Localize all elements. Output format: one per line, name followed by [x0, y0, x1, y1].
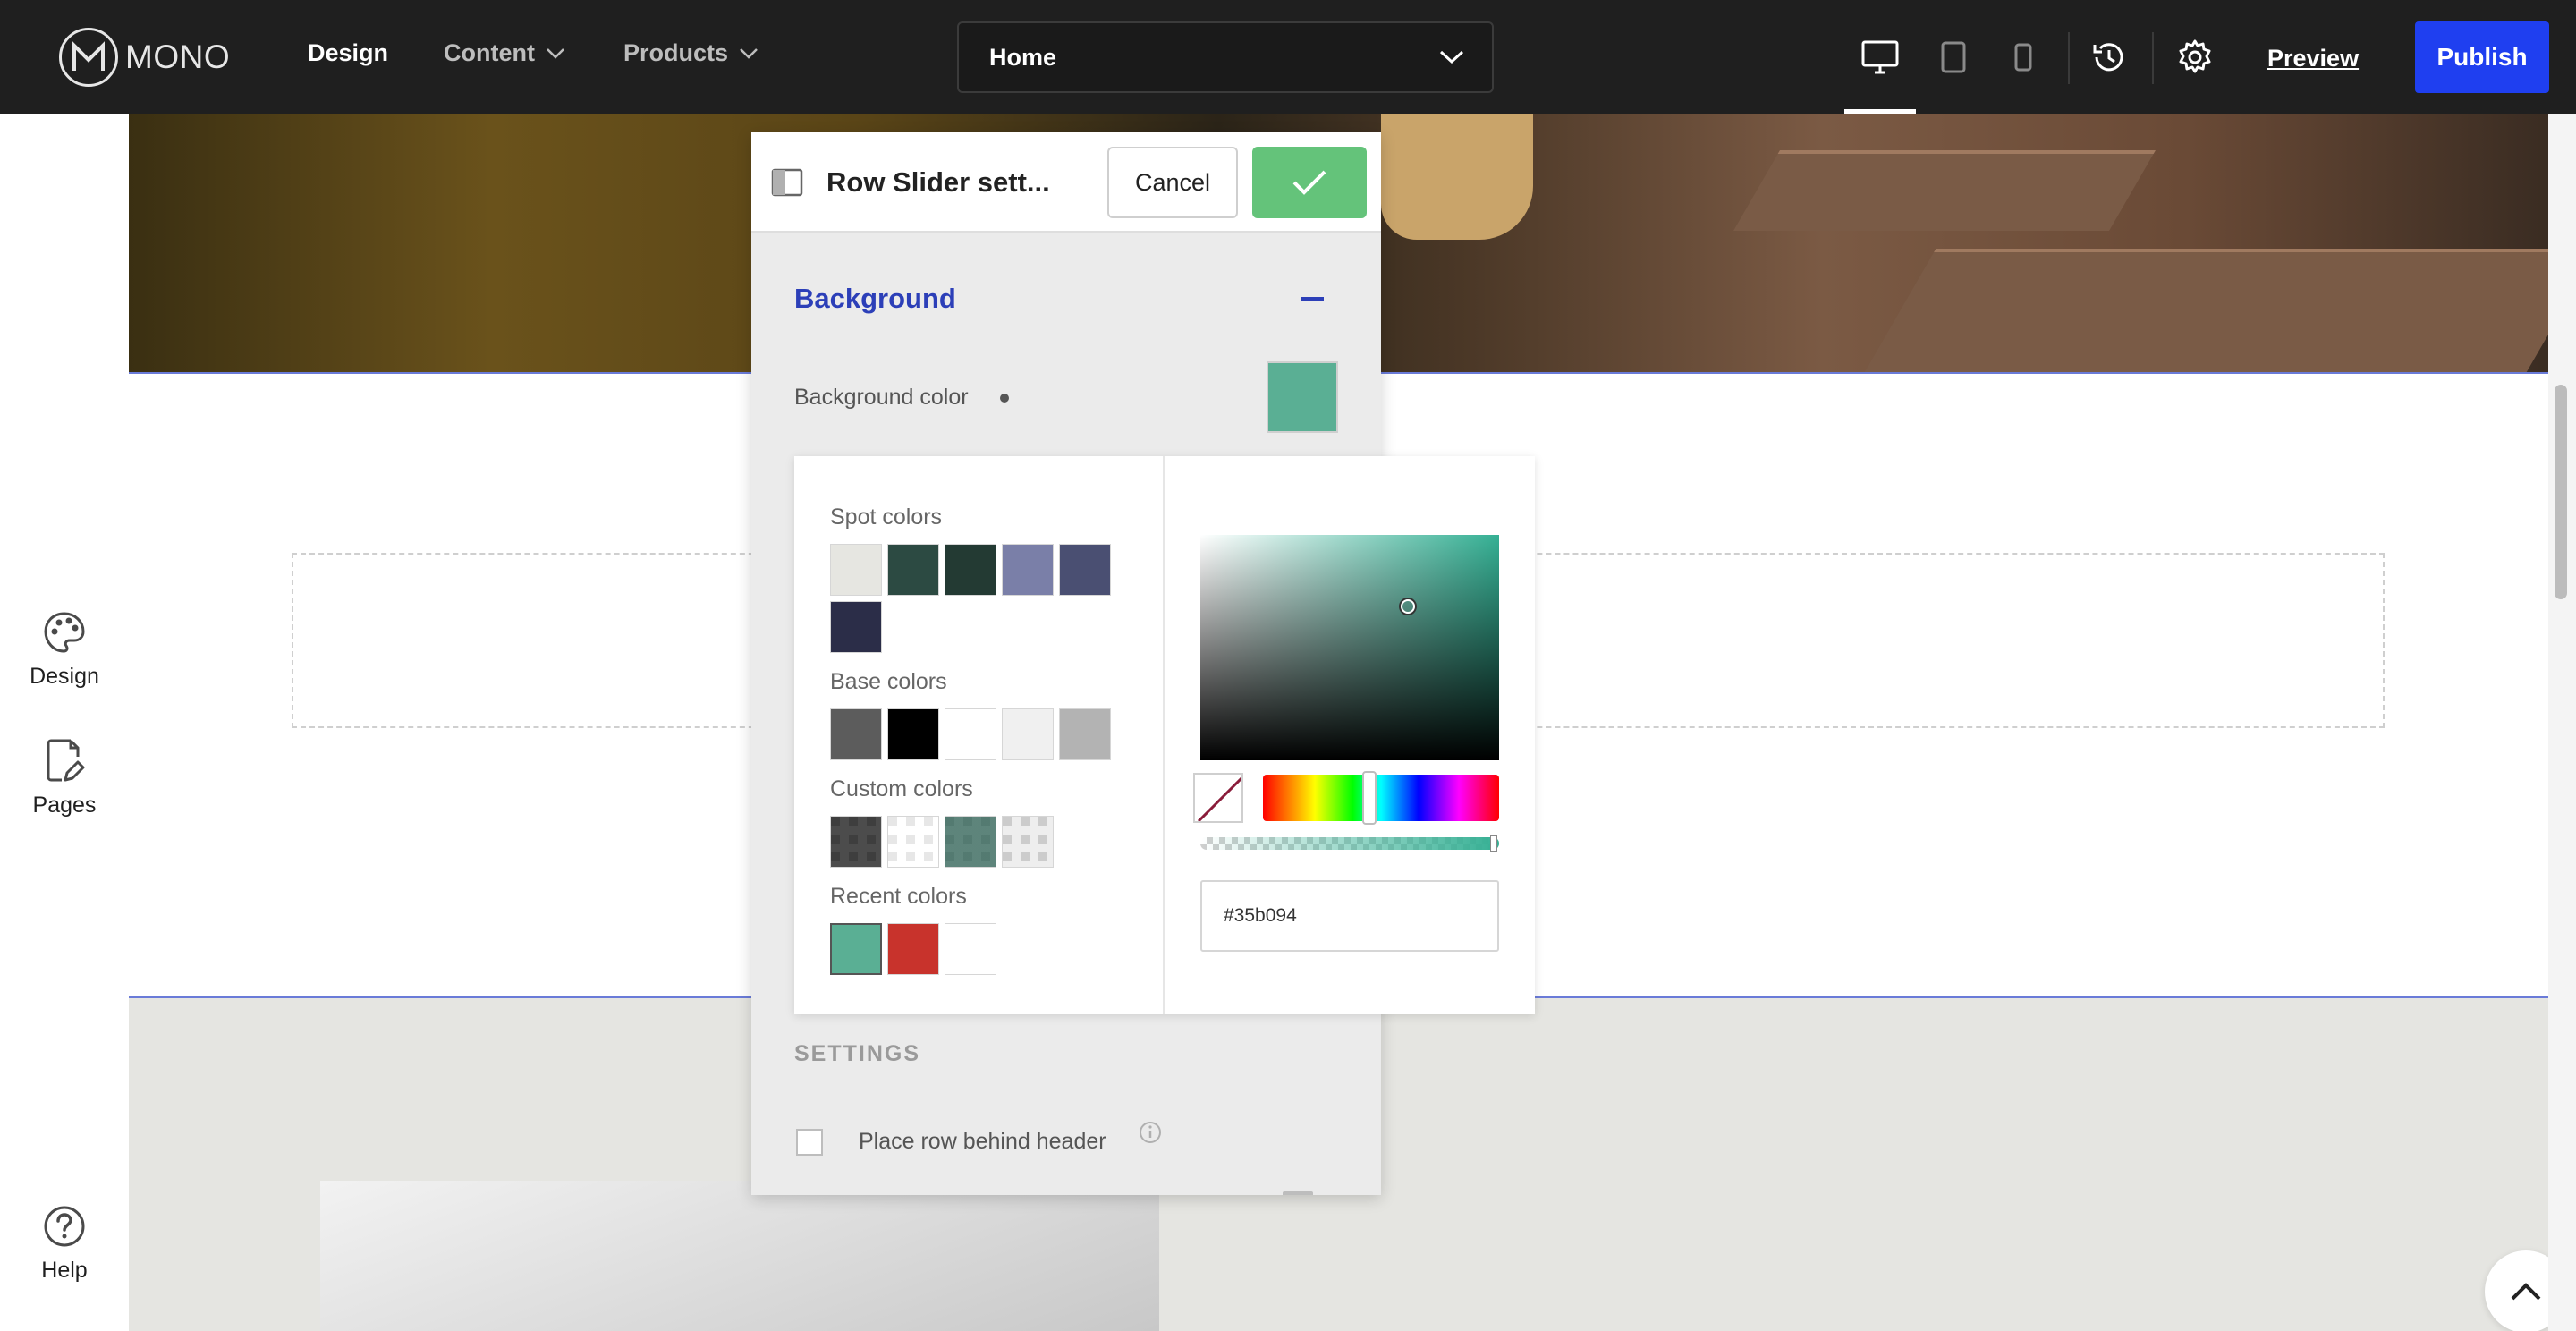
recent-color-swatch[interactable] [887, 923, 939, 975]
hue-slider[interactable] [1263, 775, 1499, 821]
recent-color-swatch[interactable] [945, 923, 996, 975]
scrollbar-thumb[interactable] [2555, 385, 2567, 599]
panel-title: Row Slider sett... [826, 166, 1050, 198]
spot-colors-label: Spot colors [830, 504, 943, 530]
page-select-value: Home [989, 43, 1057, 71]
modified-indicator-icon [1000, 394, 1009, 403]
chevron-down-icon [547, 47, 564, 59]
picker-divider [1163, 456, 1165, 1014]
spot-color-swatch[interactable] [887, 544, 939, 596]
partial-control [1283, 1191, 1313, 1195]
opacity-slider-handle[interactable] [1490, 835, 1497, 852]
base-color-swatch[interactable] [830, 708, 882, 760]
custom-color-swatch[interactable] [887, 816, 939, 868]
base-color-swatch[interactable] [945, 708, 996, 760]
mobile-icon[interactable] [2002, 36, 2045, 79]
place-row-behind-header-checkbox[interactable] [796, 1129, 823, 1156]
custom-colors-label: Custom colors [830, 776, 973, 801]
page-edit-icon [47, 739, 85, 782]
logo-text: MONO [125, 38, 231, 75]
spot-color-swatch[interactable] [830, 544, 882, 596]
nav-products-label: Products [623, 39, 729, 66]
no-color-button[interactable] [1193, 773, 1243, 823]
sidebar-item-label: Design [30, 664, 99, 689]
hex-color-input[interactable] [1200, 880, 1499, 952]
room-image [320, 1181, 1159, 1331]
base-colors-label: Base colors [830, 669, 947, 694]
left-sidebar: Design Pages Help [0, 114, 129, 1331]
opacity-slider[interactable] [1200, 837, 1499, 850]
gear-icon[interactable] [2174, 36, 2216, 79]
desktop-icon[interactable] [1859, 36, 1902, 79]
spot-color-swatch[interactable] [945, 544, 996, 596]
sidebar-item-label: Pages [32, 793, 97, 818]
background-color-swatch[interactable] [1267, 361, 1338, 433]
page-select[interactable]: Home [957, 21, 1494, 93]
custom-color-swatch[interactable] [830, 816, 882, 868]
chevron-down-icon [1439, 50, 1464, 64]
chevron-down-icon [740, 47, 758, 59]
saturation-value-handle[interactable] [1401, 599, 1415, 614]
checkmark-icon [1292, 170, 1326, 195]
cancel-button[interactable]: Cancel [1107, 147, 1238, 218]
spot-color-swatch[interactable] [1059, 544, 1111, 596]
no-color-slash-icon [1197, 776, 1241, 821]
spot-color-swatch[interactable] [830, 601, 882, 653]
sidebar-item-pages[interactable]: Pages [0, 737, 129, 818]
sidebar-item-help[interactable]: Help [0, 1204, 129, 1284]
custom-color-swatch[interactable] [1002, 816, 1054, 868]
top-bar: MONO Design Content Products Home Previe… [0, 0, 2576, 114]
info-icon[interactable] [1138, 1120, 1163, 1145]
color-picker-popover: Spot colors Base colors Custom colors Re… [794, 456, 1535, 1014]
sidebar-item-design[interactable]: Design [0, 610, 129, 690]
logo[interactable]: MONO [59, 27, 230, 88]
toolbar-divider [2068, 32, 2070, 84]
nav-content-label: Content [444, 39, 535, 66]
base-color-swatch[interactable] [1059, 708, 1111, 760]
collapse-icon[interactable] [1301, 297, 1324, 301]
nav-products[interactable]: Products [623, 39, 758, 67]
base-color-swatch[interactable] [887, 708, 939, 760]
base-color-swatch[interactable] [1002, 708, 1054, 760]
publish-button[interactable]: Publish [2415, 21, 2549, 93]
nav-design[interactable]: Design [308, 39, 388, 67]
sidebar-item-label: Help [41, 1258, 88, 1283]
help-circle-icon [44, 1206, 85, 1247]
saturation-value-area[interactable] [1200, 535, 1499, 760]
preview-link[interactable]: Preview [2267, 45, 2359, 72]
background-color-label: Background color [794, 385, 969, 410]
background-section-heading[interactable]: Background [794, 283, 956, 315]
place-row-behind-header-label: Place row behind header [859, 1129, 1106, 1154]
palette-icon [44, 612, 85, 653]
panel-dock-icon[interactable] [771, 168, 803, 197]
scrollbar-track[interactable] [2548, 114, 2576, 1331]
hue-slider-handle[interactable] [1361, 771, 1377, 825]
nav-design-label: Design [308, 39, 389, 66]
logo-mark-icon [59, 28, 118, 87]
spot-color-swatch[interactable] [1002, 544, 1054, 596]
confirm-button[interactable] [1252, 147, 1367, 218]
settings-heading: SETTINGS [794, 1041, 921, 1066]
history-icon[interactable] [2088, 36, 2131, 79]
chevron-up-icon [2511, 1283, 2541, 1301]
hero-image-detail [1863, 249, 2548, 374]
panel-header: Row Slider sett... Cancel [751, 132, 1381, 233]
recent-colors-label: Recent colors [830, 884, 967, 909]
toolbar-divider [2152, 32, 2154, 84]
custom-color-swatch[interactable] [945, 816, 996, 868]
nav-content[interactable]: Content [444, 39, 565, 67]
hero-image-detail [1733, 150, 2156, 231]
hero-image-detail [1381, 114, 1533, 240]
tablet-icon[interactable] [1932, 36, 1975, 79]
recent-color-swatch[interactable] [830, 923, 882, 975]
